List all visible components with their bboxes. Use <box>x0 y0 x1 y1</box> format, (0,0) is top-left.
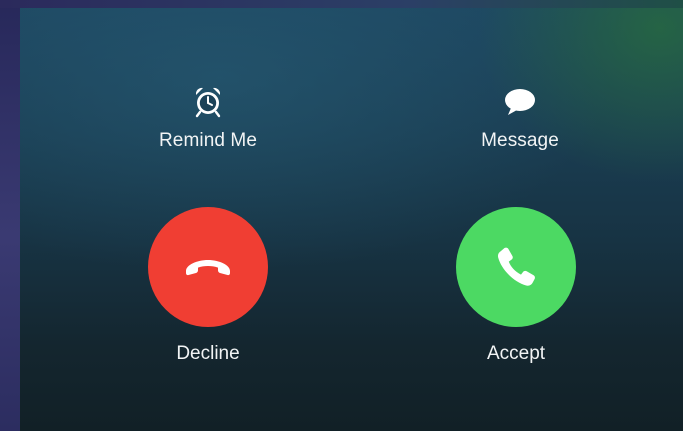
message-label: Message <box>481 130 559 151</box>
message-button[interactable]: Message <box>440 84 600 152</box>
accept-label: Accept <box>486 343 546 364</box>
decline-label: Decline <box>176 343 240 364</box>
incoming-call-screen: Remind Me Message Decline Accept <box>20 8 683 431</box>
accept-button[interactable] <box>456 207 576 327</box>
remind-me-button[interactable]: Remind Me <box>128 84 288 152</box>
remind-me-label: Remind Me <box>158 130 258 151</box>
alarm-clock-icon <box>195 87 221 118</box>
decline-button[interactable] <box>148 207 268 327</box>
device-bezel-left <box>0 0 20 431</box>
speech-bubble-icon <box>505 89 535 115</box>
phone-icon <box>497 247 535 286</box>
device-bezel-top <box>0 0 683 8</box>
phone-hangup-icon <box>186 260 230 276</box>
